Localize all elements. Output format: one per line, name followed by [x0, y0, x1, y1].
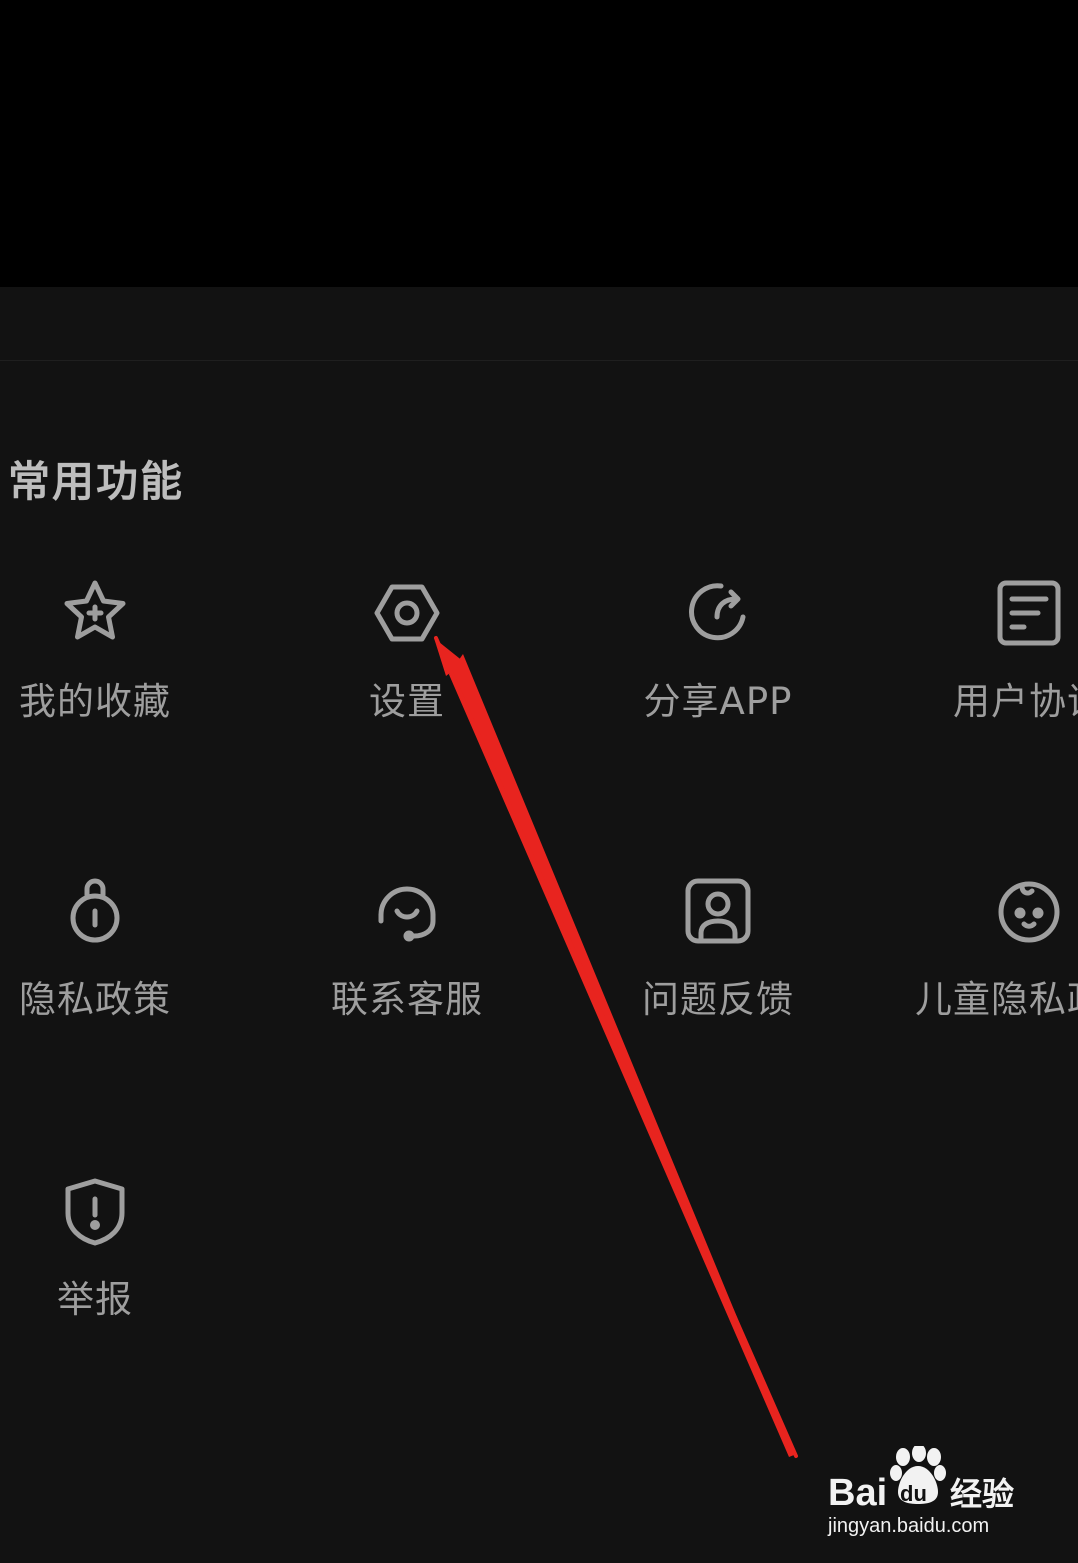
grid-item-customer-service[interactable]: 联系客服 — [282, 875, 532, 1023]
grid-item-privacy-policy[interactable]: 隐私政策 — [0, 875, 220, 1023]
grid-item-user-agreement[interactable]: 用户协议 — [904, 577, 1078, 725]
grid-item-share-app[interactable]: 分享APP — [593, 577, 843, 725]
grid-item-label: 分享APP — [643, 680, 793, 723]
baby-face-icon — [992, 875, 1066, 949]
watermark-brand-du: du — [900, 1481, 927, 1506]
grid-item-label: 举报 — [57, 1278, 133, 1321]
grid-item-label: 用户协议 — [953, 680, 1078, 723]
grid-item-label: 设置 — [369, 680, 445, 723]
document-icon — [992, 577, 1066, 651]
feedback-person-icon — [681, 875, 755, 949]
headset-icon — [370, 875, 444, 949]
share-refresh-icon — [681, 577, 755, 651]
grid-item-children-privacy[interactable]: 儿童隐私政策 — [904, 875, 1078, 1023]
grid-item-feedback[interactable]: 问题反馈 — [593, 875, 843, 1023]
grid-item-settings[interactable]: 设置 — [282, 577, 532, 725]
grid-item-label: 隐私政策 — [19, 978, 171, 1021]
grid-item-report[interactable]: 举报 — [0, 1175, 220, 1323]
grid-item-label: 我的收藏 — [19, 680, 171, 723]
watermark-url: jingyan.baidu.com — [827, 1515, 989, 1537]
grid-item-label: 儿童隐私政策 — [915, 978, 1078, 1021]
settings-hexagon-icon — [370, 577, 444, 651]
grid-item-label: 问题反馈 — [642, 978, 794, 1021]
grid-item-label: 联系客服 — [331, 978, 483, 1021]
shield-alert-icon — [58, 1175, 132, 1249]
top-black-area — [0, 0, 1078, 287]
lock-icon — [58, 875, 132, 949]
watermark-brand-cn: 经验 — [950, 1475, 1014, 1513]
grid-clip: 我的收藏 设置 分享APP 用户协议 — [0, 287, 1078, 1563]
grid-item-favorites[interactable]: 我的收藏 — [0, 577, 220, 725]
baidu-jingyan-watermark: Bai du 经验 jingyan.baidu.com — [826, 1444, 1026, 1546]
watermark-brand-latin: Bai — [828, 1472, 887, 1514]
star-plus-icon — [58, 577, 132, 651]
